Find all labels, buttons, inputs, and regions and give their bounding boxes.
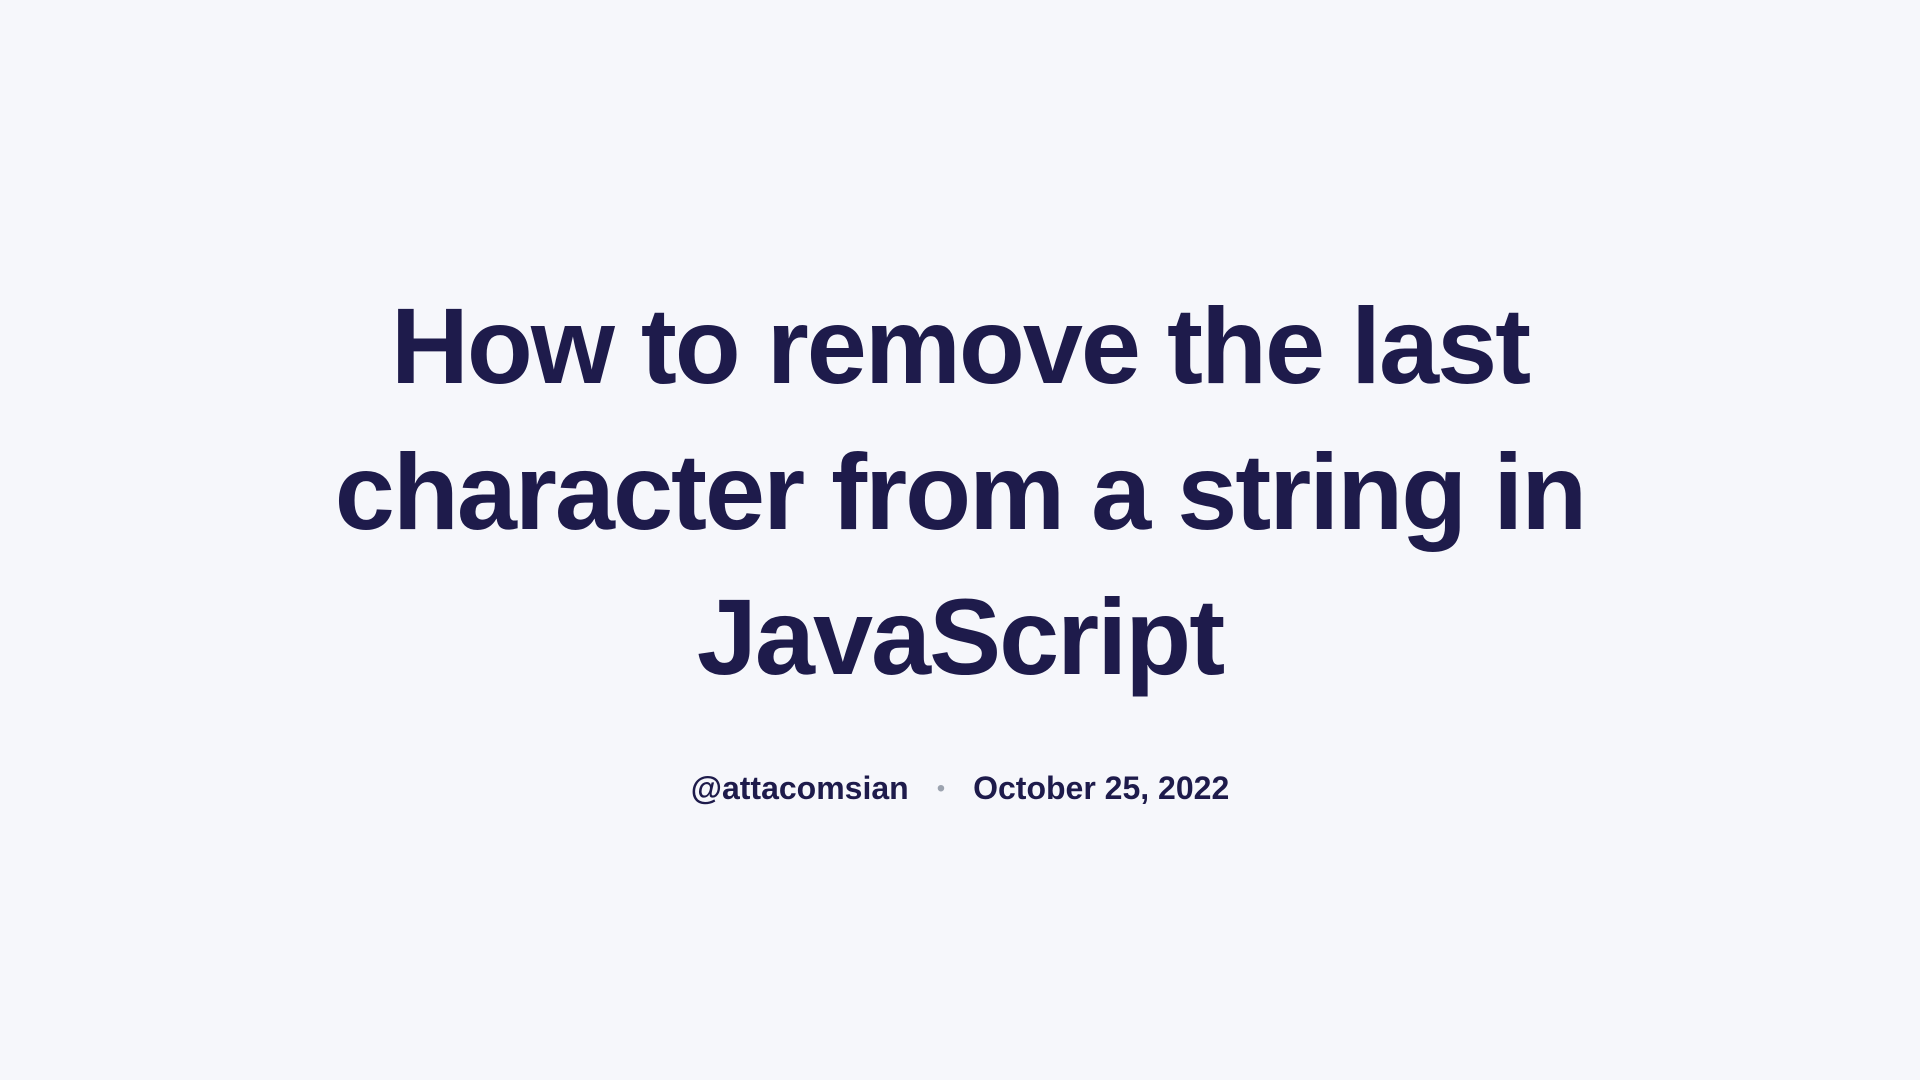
- article-title: How to remove the last character from a …: [260, 273, 1660, 710]
- author-handle: @attacomsian: [691, 770, 909, 807]
- separator-bullet: •: [937, 777, 945, 801]
- publish-date: October 25, 2022: [973, 770, 1229, 807]
- article-meta: @attacomsian • October 25, 2022: [691, 770, 1229, 807]
